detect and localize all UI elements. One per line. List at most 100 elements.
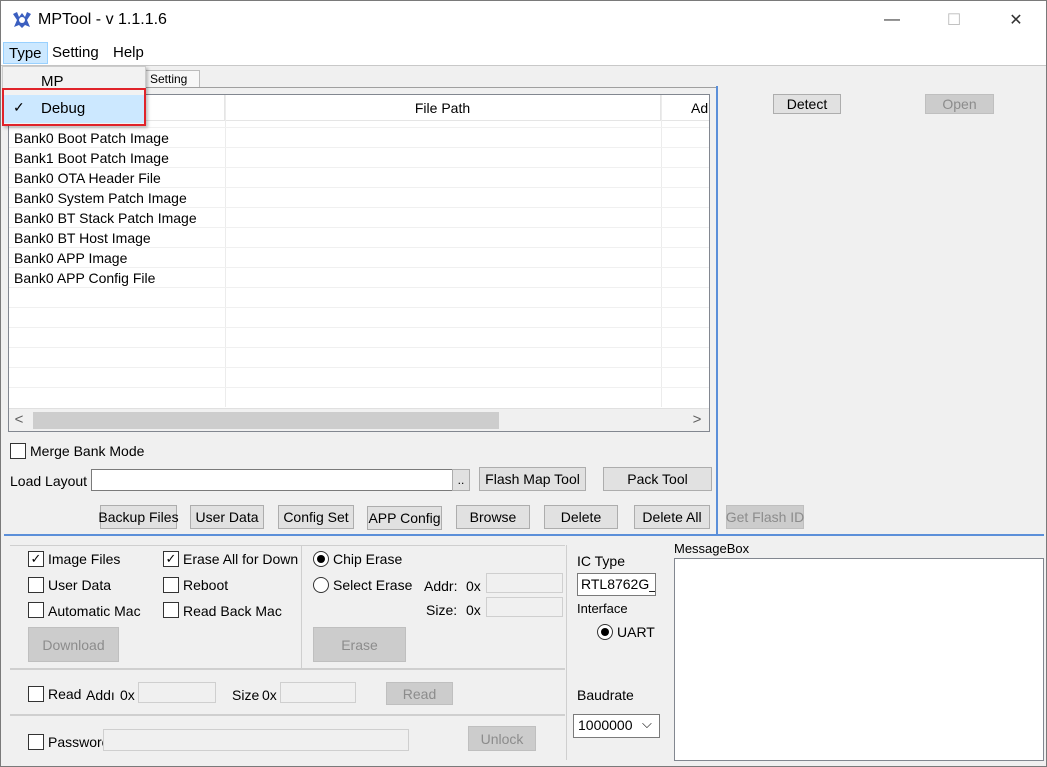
merge-bank-mode-label: Merge Bank Mode [30,443,145,459]
automatic-mac-checkbox[interactable] [28,602,44,618]
browse-button[interactable]: Browse [456,505,530,529]
erase-size-label: Size: [426,602,458,618]
maximize-icon: ☐ [946,12,962,29]
tab-setting[interactable]: Setting [145,70,200,88]
read-button[interactable]: Read [386,682,453,705]
read-addr-label: Addı [86,687,115,703]
table-row[interactable] [9,308,709,328]
password-label: Passworc [48,734,109,750]
read-back-mac-checkbox[interactable] [163,602,179,618]
erase-addr-input[interactable] [486,573,563,593]
file-name-cell: Bank0 OTA Header File [14,170,161,186]
erase-button[interactable]: Erase [313,627,406,662]
table-row[interactable]: Bank0 Boot Patch Image [9,128,709,148]
load-layout-input[interactable] [91,469,453,491]
read-addr-input[interactable] [138,682,216,703]
file-name-cell: Bank0 BT Stack Patch Image [14,210,197,226]
group-divider [10,668,565,670]
reboot-checkbox[interactable] [163,577,179,593]
baudrate-value: 1000000 [578,717,633,733]
file-table[interactable]: File Path Ad System Config FileBank0 Boo… [8,94,710,432]
user-data-button[interactable]: User Data [190,505,264,529]
table-row[interactable] [9,288,709,308]
table-row[interactable]: Bank0 OTA Header File [9,168,709,188]
app-config-button[interactable]: APP Config [367,506,442,530]
open-button[interactable]: Open [925,94,994,114]
file-name-cell: Bank0 Boot Patch Image [14,130,169,146]
close-button[interactable]: ✕ [993,1,1039,39]
load-layout-browse-button[interactable]: .. [452,469,470,491]
highlight-box [2,88,146,126]
table-row[interactable]: Bank1 Boot Patch Image [9,148,709,168]
menu-help[interactable]: Help [108,42,149,64]
scrollbar-thumb[interactable] [33,412,499,429]
scroll-left-icon[interactable]: < [9,411,29,428]
baudrate-select[interactable]: 1000000 ⌵ [573,714,660,738]
backup-files-button[interactable]: Backup Files [98,505,179,529]
read-checkbox[interactable] [28,686,44,702]
minimize-button[interactable]: — [869,1,915,39]
table-row[interactable]: Bank0 System Patch Image [9,188,709,208]
read-size-input[interactable] [280,682,356,703]
erase-size-input[interactable] [486,597,563,617]
app-logo-icon [13,12,31,28]
group-border [10,545,565,546]
splitter-horizontal[interactable] [4,534,1044,536]
splitter-vertical[interactable] [716,86,718,534]
read-label: Read [48,686,82,702]
user-data-label: User Data [48,577,112,593]
merge-bank-mode-checkbox[interactable] [10,443,26,459]
read-addr-prefix: 0x [120,687,135,703]
chevron-down-icon: ⌵ [642,716,652,731]
maximize-button[interactable]: ☐ [931,1,977,39]
checkmark-icon: ✓ [165,551,177,566]
erase-all-for-down-checkbox[interactable]: ✓ [163,551,179,567]
load-layout-label: Load Layout [10,473,88,489]
file-name-cell: Bank0 APP Image [14,250,128,266]
ic-type-label: IC Type [577,553,625,569]
ic-type-field[interactable]: RTL8762G_ [577,573,656,596]
window-title: MPTool - v 1.1.1.6 [38,11,167,28]
read-back-mac-label: Read Back Mac [183,603,282,619]
table-row[interactable]: Bank0 APP Image [9,248,709,268]
download-button[interactable]: Download [28,627,119,662]
unlock-button[interactable]: Unlock [468,726,536,751]
table-row[interactable]: Bank0 BT Stack Patch Image [9,208,709,228]
table-row[interactable]: Bank0 APP Config File [9,268,709,288]
delete-button[interactable]: Delete [544,505,618,529]
messagebox-text-area[interactable] [674,558,1044,761]
menu-bar: Type Setting Help [1,39,1046,66]
table-row[interactable] [9,328,709,348]
table-row[interactable] [9,368,709,388]
title-bar[interactable]: MPTool - v 1.1.1.6 — ☐ ✕ [1,1,1046,39]
messagebox-label: MessageBox [674,541,750,556]
get-flash-id-button[interactable]: Get Flash ID [726,505,804,529]
uart-radio[interactable] [597,624,613,640]
user-data-checkbox[interactable] [28,577,44,593]
scroll-right-icon[interactable]: > [687,411,707,428]
select-erase-radio[interactable] [313,577,329,593]
group-divider [566,545,567,760]
file-name-cell: Bank0 APP Config File [14,270,156,286]
password-input[interactable] [103,729,409,751]
delete-all-button[interactable]: Delete All [634,505,710,529]
chip-erase-radio[interactable] [313,551,329,567]
menu-setting[interactable]: Setting [47,42,104,64]
select-erase-label: Select Erase [333,577,413,593]
password-checkbox[interactable] [28,734,44,750]
reboot-label: Reboot [183,577,229,593]
chip-erase-label: Chip Erase [333,551,403,567]
config-set-button[interactable]: Config Set [278,505,354,529]
image-files-label: Image Files [48,551,121,567]
pack-tool-button[interactable]: Pack Tool [603,467,712,491]
image-files-checkbox[interactable]: ✓ [28,551,44,567]
flash-map-tool-button[interactable]: Flash Map Tool [479,467,586,491]
menu-type[interactable]: Type [3,42,48,64]
table-row[interactable] [9,348,709,368]
detect-button[interactable]: Detect [773,94,841,114]
table-row[interactable]: Bank0 BT Host Image [9,228,709,248]
horizontal-scrollbar[interactable]: < > [9,408,709,431]
erase-addr-prefix: 0x [466,578,481,594]
file-name-cell: Bank1 Boot Patch Image [14,150,169,166]
close-icon: ✕ [1009,12,1023,29]
